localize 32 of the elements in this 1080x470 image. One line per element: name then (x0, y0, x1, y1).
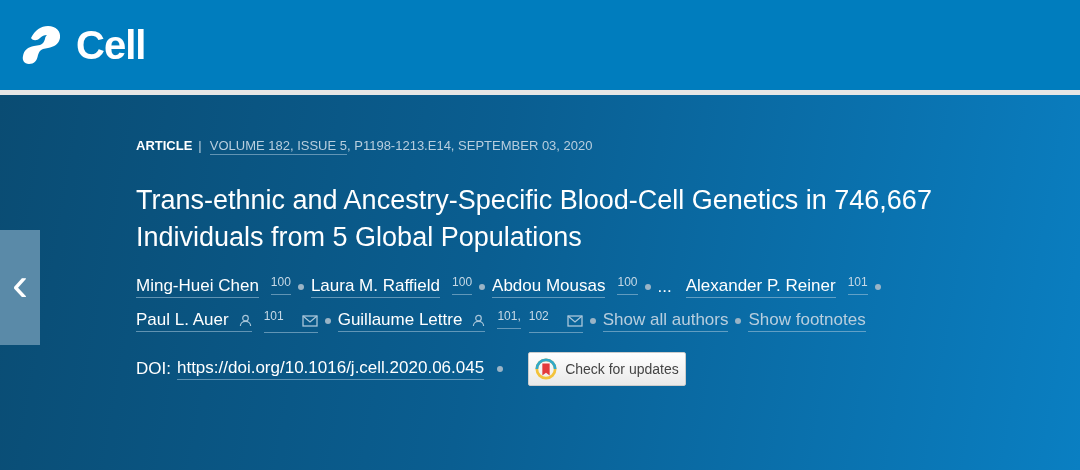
author-link[interactable]: Ming-Huei Chen (136, 276, 259, 298)
article-type: ARTICLE (136, 138, 193, 153)
affiliation-link[interactable]: 101 (847, 275, 868, 295)
logo-icon[interactable] (22, 24, 62, 66)
affiliation-link[interactable]: 101, (497, 309, 521, 329)
affiliation-link[interactable]: 100 (452, 275, 473, 295)
affiliation-link[interactable]: 100 (617, 275, 638, 295)
separator: | (198, 138, 202, 153)
affiliation-link[interactable]: 101 (263, 309, 318, 333)
previous-button[interactable]: ‹ (0, 230, 40, 345)
author-link[interactable]: Laura M. Raffield (310, 276, 441, 298)
show-link[interactable]: Show footnotes (748, 310, 866, 332)
citation-text: , P1198-1213.E14, SEPTEMBER 03, 2020 (347, 138, 593, 153)
show-link[interactable]: Show all authors (602, 310, 729, 332)
mail-icon (301, 315, 318, 327)
ellipsis: ... (657, 277, 672, 297)
doi-label: DOI: (136, 359, 171, 379)
person-icon (472, 313, 486, 327)
author-link[interactable]: Paul L. Auer (136, 310, 252, 332)
person-icon (238, 313, 252, 327)
affiliation-link[interactable]: 100 (270, 275, 291, 295)
volume-link[interactable]: VOLUME 182, ISSUE 5 (209, 138, 347, 155)
bookmark-badge-icon (535, 358, 558, 380)
author-link[interactable]: Alexander P. Reiner (685, 276, 836, 298)
article-title: Trans-ethnic and Ancestry-Specific Blood-Cell Genetics in 746,667 Individuals from 5 Global Populations (136, 184, 933, 254)
check-updates-button[interactable]: Check for updates (528, 352, 686, 386)
affiliation-link[interactable]: 102 (528, 309, 583, 333)
logo-text[interactable]: Cell (76, 22, 146, 68)
mail-icon (566, 315, 583, 327)
doi-link[interactable]: https://doi.org/10.1016/j.cell.2020.06.045 (176, 358, 485, 380)
author-link[interactable]: Guillaume Lettre (337, 310, 486, 332)
author-link[interactable]: Abdou Mousas (492, 276, 606, 298)
